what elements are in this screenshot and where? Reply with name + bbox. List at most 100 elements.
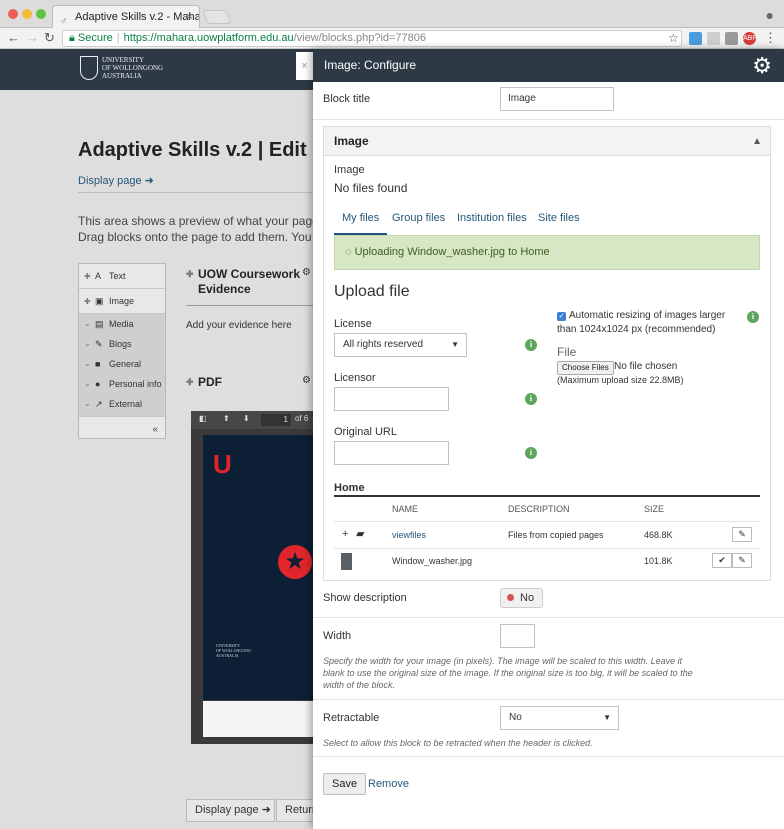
- info-icon[interactable]: i: [525, 393, 537, 405]
- divider: [78, 192, 318, 193]
- column-header-name[interactable]: NAME: [392, 504, 418, 514]
- select-check-icon[interactable]: ✔: [712, 553, 732, 568]
- block-category-media[interactable]: ⌄ ▤ Media: [79, 314, 165, 334]
- tab-institution-files[interactable]: Institution files: [457, 209, 527, 227]
- tab-my-files[interactable]: My files: [334, 209, 388, 235]
- sidebar-toggle-icon[interactable]: ◧: [199, 414, 207, 423]
- tab-group-files[interactable]: Group files: [392, 209, 445, 227]
- block-category-general[interactable]: ⌄ ■ General: [79, 354, 165, 374]
- extension-icon[interactable]: [689, 32, 702, 45]
- display-page-link[interactable]: Display page ➜: [78, 174, 154, 187]
- auto-resize-label: Automatic resizing of images larger than…: [557, 310, 726, 335]
- pdf-toolbar: ◧ ⬆ ⬇ 1 of 6: [191, 411, 315, 429]
- width-input[interactable]: [500, 624, 535, 648]
- column-header-size[interactable]: SIZE: [644, 504, 664, 514]
- button-label: Display page: [195, 804, 259, 816]
- gear-icon[interactable]: ⚙: [302, 267, 311, 278]
- max-upload-text: (Maximum upload size 22.8MB): [557, 375, 684, 385]
- logo-line: UNIVERSITY: [102, 56, 144, 64]
- block-category-external[interactable]: ⌄ ↗ External: [79, 394, 165, 414]
- url-path: /view/blocks.php?id=77806: [293, 32, 427, 44]
- university-logo[interactable]: UNIVERSITY OF WOLLONGONG AUSTRALIA: [80, 56, 163, 80]
- browser-menu-icon[interactable]: ⋮: [764, 30, 777, 46]
- bookmark-star-icon[interactable]: ☆: [668, 31, 679, 45]
- browser-tab[interactable]: ♂ Adaptive Skills v.2 - Mahara ×: [52, 5, 200, 28]
- adblock-icon[interactable]: ABP: [743, 32, 757, 45]
- logo-line: OF WOLLONGONG: [102, 64, 164, 72]
- info-icon[interactable]: i: [747, 311, 759, 323]
- fieldset-title: Image: [334, 134, 369, 148]
- block-category-label: Media: [109, 319, 134, 329]
- browser-tab-title: Adaptive Skills v.2 - Mahara: [75, 11, 200, 23]
- block-type-image[interactable]: ✚ ▣ Image: [79, 289, 165, 314]
- browser-tab-bar: ♂ Adaptive Skills v.2 - Mahara × ●: [0, 0, 784, 28]
- expand-icon[interactable]: +: [342, 528, 348, 540]
- window-close-button[interactable]: [8, 9, 18, 19]
- divider: [334, 495, 760, 497]
- arrow-down-icon[interactable]: ⬇: [243, 414, 250, 423]
- reload-icon[interactable]: ↻: [44, 30, 55, 46]
- url-separator: |: [116, 32, 120, 44]
- new-tab-button[interactable]: [202, 10, 232, 24]
- info-icon[interactable]: i: [525, 447, 537, 459]
- page-title: Adaptive Skills v.2 | Edit: [78, 139, 307, 161]
- tab-site-files[interactable]: Site files: [538, 209, 580, 227]
- edit-pencil-icon[interactable]: ✎: [732, 527, 752, 542]
- panel-header: Image: Configure ⚙: [313, 49, 784, 82]
- file-description: Files from copied pages: [508, 530, 604, 540]
- return-button[interactable]: Return: [276, 799, 316, 822]
- block-type-text[interactable]: ✚ A Text: [79, 264, 165, 289]
- chevron-up-icon: ▲: [752, 136, 762, 147]
- save-button[interactable]: Save: [323, 773, 367, 795]
- upload-message: Uploading Window_washer.jpg to Home: [354, 246, 550, 258]
- url-field[interactable]: 🔒︎ Secure | https://mahara.uowplatform.edu…: [62, 30, 682, 47]
- block-category-personal-info[interactable]: ⌄ ● Personal info: [79, 374, 165, 394]
- back-arrow-icon[interactable]: ←: [7, 30, 20, 45]
- block-title: PDF: [198, 375, 222, 389]
- move-icon: ✚: [186, 377, 194, 387]
- divider: [313, 699, 784, 700]
- pdf-block[interactable]: ✚ PDF ⚙: [186, 375, 316, 390]
- tab-close-icon[interactable]: ×: [187, 6, 193, 28]
- arrow-up-icon[interactable]: ⬆: [223, 414, 230, 423]
- coursework-block[interactable]: ✚ UOW Coursework Evidence ⚙ Add your evi…: [186, 267, 316, 331]
- file-name-link[interactable]: viewfiles: [392, 530, 426, 540]
- pdf-page-input[interactable]: 1: [261, 414, 291, 426]
- block-picker-footer: «: [79, 416, 165, 438]
- show-description-label: Show description: [323, 592, 407, 604]
- retractable-value: No: [509, 712, 522, 723]
- choose-files-button[interactable]: Choose Files: [557, 361, 614, 375]
- image-fieldset-header[interactable]: Image ▲: [324, 127, 770, 156]
- window-minimize-button[interactable]: [22, 9, 32, 19]
- off-dot-icon: [507, 594, 514, 601]
- block-title-input[interactable]: Image: [500, 87, 614, 111]
- display-page-button[interactable]: Display page ➜: [186, 799, 275, 822]
- original-url-input[interactable]: [334, 441, 449, 465]
- license-select[interactable]: All rights reserved ▼: [334, 333, 467, 357]
- block-type-label: Text: [109, 271, 126, 281]
- info-icon[interactable]: i: [525, 339, 537, 351]
- window-zoom-button[interactable]: [36, 9, 46, 19]
- licensor-input[interactable]: [334, 387, 449, 411]
- profile-icon[interactable]: ●: [766, 7, 774, 23]
- divider: [313, 119, 784, 120]
- edit-pencil-icon[interactable]: ✎: [732, 553, 752, 568]
- block-category-label: External: [109, 399, 143, 409]
- show-description-toggle[interactable]: No: [500, 588, 544, 608]
- extension-icon[interactable]: [707, 32, 720, 45]
- panel-title: Image: Configure: [324, 58, 417, 72]
- forward-arrow-icon[interactable]: →: [26, 30, 39, 45]
- remove-button[interactable]: Remove: [368, 778, 409, 790]
- collapse-icon[interactable]: «: [152, 424, 158, 435]
- column-header-description[interactable]: DESCRIPTION: [508, 504, 570, 514]
- gear-icon[interactable]: ⚙: [302, 375, 311, 386]
- film-icon: ▤: [95, 319, 104, 329]
- divider: [334, 548, 760, 549]
- block-category-blogs[interactable]: ⌄ ✎ Blogs: [79, 334, 165, 354]
- extension-icon[interactable]: [725, 32, 738, 45]
- retractable-select[interactable]: No ▼: [500, 706, 619, 730]
- close-icon[interactable]: ×: [296, 52, 313, 80]
- width-help: Specify the width for your image (in pix…: [323, 656, 693, 690]
- divider: [313, 617, 784, 618]
- pdf-viewer[interactable]: ◧ ⬆ ⬇ 1 of 6 U ★ UNIVERSITY OF WOLLONGON…: [191, 411, 315, 744]
